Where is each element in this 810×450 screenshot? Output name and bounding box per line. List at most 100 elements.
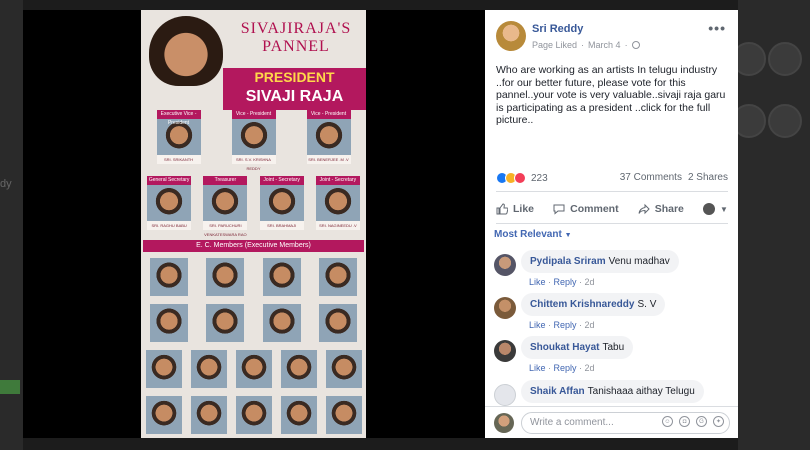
page-liked-label: Page Liked [532,40,578,50]
comment-text: Tabu [602,342,625,353]
comment-bubble: Pydipala Sriram Venu madhav [521,250,679,273]
comment-text: Venu madhav [608,256,670,267]
reaction-count: 223 [531,172,548,184]
comment-reply-link[interactable]: Reply [554,320,577,330]
comment-actions: Like · Reply · 2d [529,320,595,330]
gif-icon[interactable]: G [696,416,707,427]
comment-sort-dropdown[interactable]: Most Relevant ▼ [494,229,572,240]
background-avatar [738,104,766,138]
reaction-selector[interactable]: ▼ [703,203,728,215]
thumbs-up-icon [496,203,508,215]
background-fragment: dy [0,178,12,190]
current-user-avatar [494,413,514,433]
sticker-icon[interactable]: ✦ [713,416,724,427]
meta-separator: · [624,40,628,50]
president-name: SIVAJI RAJA [245,88,344,105]
president-label: PRESIDENT [254,69,335,85]
reactions-summary[interactable]: 223 [496,172,548,184]
comment-actions: Like · Reply · 2d [529,363,595,373]
comment-age[interactable]: 2d [585,277,595,287]
comment-text: S. V [637,299,657,310]
author-avatar[interactable] [496,21,526,51]
commenter-avatar[interactable] [494,254,516,276]
like-button[interactable]: Like [496,203,534,215]
ec-members-band: E. C. Members (Executive Members) [143,240,364,252]
share-button-label: Share [654,203,684,215]
commenter-name[interactable]: Pydipala Sriram [530,256,606,267]
divider [496,191,728,192]
comment-age[interactable]: 2d [585,320,595,330]
divider [496,223,728,224]
comment-bubble: Shaik Affan Tanishaaa aithay Telugu [521,380,704,403]
ec-row-2 [141,304,366,342]
post-panel: Sri Reddy Page Liked · March 4 · ••• Who… [485,10,738,438]
background-avatar [768,104,802,138]
author-name[interactable]: Sri Reddy [532,23,583,35]
post-date[interactable]: March 4 [588,40,621,50]
comment-like-link[interactable]: Like [529,363,546,373]
write-comment-bar: Write a comment... ☺ ◘ G ✦ [485,406,738,438]
background-page-right [738,0,810,450]
commenter-avatar[interactable] [494,384,516,406]
camera-icon[interactable]: ◘ [679,416,690,427]
comment-reply-link[interactable]: Reply [554,277,577,287]
officer-card: Executive Vice - President SRI. SRIKANTH [156,110,201,164]
comment-icon [553,204,565,215]
ec-row-3 [141,350,366,388]
comment-like-link[interactable]: Like [529,320,546,330]
comment-bubble: Shoukat Hayat Tabu [521,336,634,359]
background-green-badge [0,380,20,394]
background-avatar [738,42,766,76]
background-avatar [768,42,802,76]
commenter-name[interactable]: Chittem Krishnareddy [530,299,634,310]
comment-like-link[interactable]: Like [529,277,546,287]
emoji-icon[interactable]: ☺ [662,416,673,427]
background-page-left: dy [0,0,23,450]
poster-image[interactable]: SIVAJIRAJA'S PANNEL PRESIDENT SIVAJI RAJ… [141,10,366,438]
more-options-icon[interactable]: ••• [708,20,726,36]
president-band: PRESIDENT SIVAJI RAJA [223,68,366,110]
ec-row-1 [141,258,366,296]
share-arrow-icon [638,203,650,215]
comment-input-tools: ☺ ◘ G ✦ [662,416,724,427]
poster-title: SIVAJIRAJA'S PANNEL [240,20,352,55]
commenter-name[interactable]: Shoukat Hayat [530,342,599,353]
comment-sort-label: Most Relevant [494,229,562,240]
president-portrait [149,16,223,86]
chevron-down-icon: ▼ [564,232,572,239]
commenter-avatar[interactable] [494,340,516,362]
comment-text: Tanishaaa aithay Telugu [587,386,695,397]
commenter-avatar[interactable] [494,297,516,319]
chevron-down-icon: ▼ [720,204,728,214]
post-header: Sri Reddy Page Liked · March 4 · ••• [485,10,738,60]
officer-card: Joint - Secretary SRI. BRAHMAJI [259,176,304,230]
officer-card: Treasurer SRI. PARUCHURI VENKATESWARA RAO [203,176,248,237]
comment-age[interactable]: 2d [585,363,595,373]
comment-reply-link[interactable]: Reply [554,363,577,373]
love-reaction-icon [514,172,526,184]
comments-count[interactable]: 37 Comments [620,172,682,183]
officer-card: General Secretary SRI. RAGHU BABU [147,176,192,230]
comment-button[interactable]: Comment [553,203,619,215]
globe-icon [631,41,640,49]
post-actions: Like Comment Share ▼ [496,197,728,221]
officer-card: Vice - President SRI. S.V. KRISHNA REDDY [231,110,276,171]
meta-separator: · [581,40,585,50]
ec-row-4 [141,396,366,434]
like-button-label: Like [513,203,535,215]
post-text: Who are working as an artists In telugu … [496,64,726,126]
shares-count[interactable]: 2 Shares [688,172,728,183]
comment-actions: Like · Reply · 2d [529,277,595,287]
post-stats: 223 37 Comments 2 Shares [496,171,728,187]
officers-row-1: Executive Vice - President SRI. SRIKANTH … [141,110,366,171]
comment-bubble: Chittem Krishnareddy S. V [521,293,666,316]
officers-row-2: General Secretary SRI. RAGHU BABU Treasur… [141,176,366,237]
comment-button-label: Comment [570,203,619,215]
post-meta: Page Liked · March 4 · [532,40,640,50]
officer-card: Joint - Secretary SRI. NAGINEEDU .V [315,176,360,230]
engagement-counts: 37 Comments 2 Shares [620,172,728,183]
share-button[interactable]: Share [638,203,684,215]
officer-card: Vice - President SRI. BENERJEE .M .V [306,110,351,164]
commenter-name[interactable]: Shaik Affan [530,386,585,397]
user-avatar-icon [703,203,716,215]
